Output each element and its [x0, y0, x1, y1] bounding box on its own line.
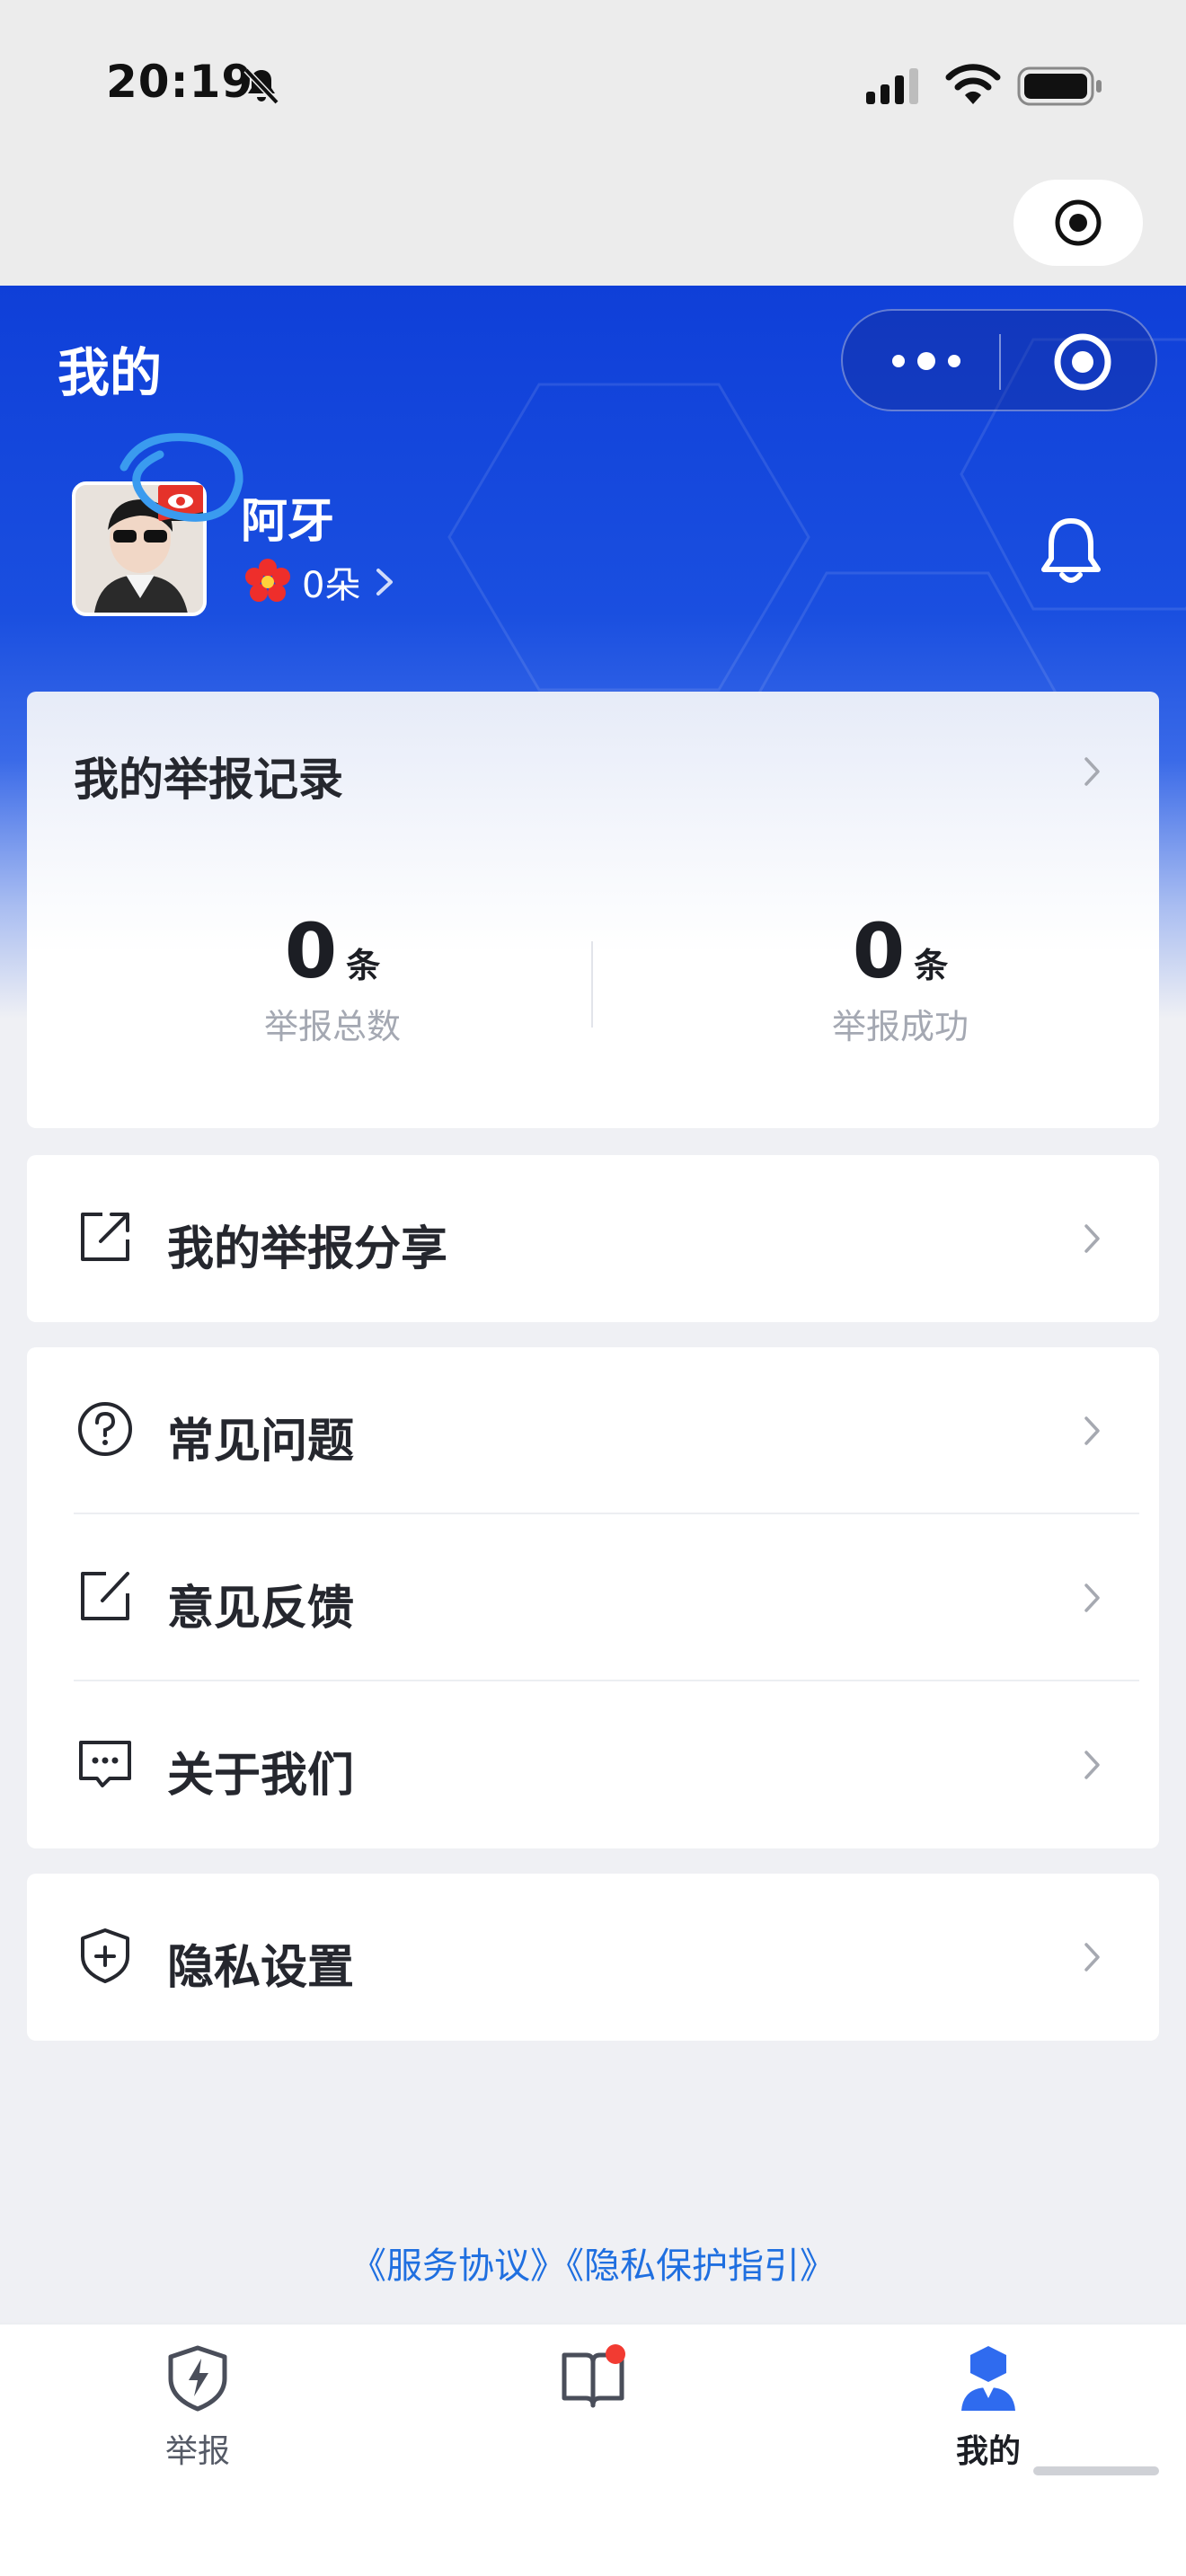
- target-icon: [1055, 199, 1102, 246]
- stat-divider: [591, 941, 593, 1028]
- more-options-icon[interactable]: [886, 343, 967, 379]
- chevron-right-icon: [1084, 1416, 1100, 1445]
- stat-success[interactable]: 0条 举报成功: [766, 907, 1035, 1048]
- user-icon: [961, 2346, 1015, 2411]
- chevron-right-icon: [1084, 1584, 1100, 1612]
- shield-lightning-icon: [168, 2345, 227, 2412]
- share-card: 我的举报分享: [27, 1155, 1159, 1322]
- mini-program-capsule: [841, 309, 1157, 411]
- chevron-right-icon: [1084, 1224, 1100, 1253]
- chevron-right-icon: [1084, 1943, 1100, 1972]
- status-time: 20:19: [106, 56, 254, 108]
- chevron-right-icon: [1084, 757, 1100, 786]
- page-title: 我的: [58, 342, 163, 403]
- menu-label-share: 我的举报分享: [167, 1222, 448, 1276]
- stat-success-label: 举报成功: [831, 1007, 969, 1046]
- shield-plus-icon: [81, 1928, 129, 1983]
- tab-mine[interactable]: 我的: [898, 2342, 1078, 2504]
- menu-item-about[interactable]: 关于我们: [27, 1681, 1159, 1848]
- cellular-signal-icon: [866, 68, 918, 104]
- edit-square-icon: [81, 1572, 129, 1620]
- tab-bar: 举报 我的: [0, 2323, 1186, 2576]
- menu-label-about: 关于我们: [167, 1749, 355, 1803]
- stat-total-unit: 条: [346, 946, 381, 985]
- username: 阿牙: [241, 495, 335, 549]
- stat-total[interactable]: 0条 举报总数: [198, 907, 467, 1048]
- stat-success-value: 0: [852, 907, 906, 995]
- flower-count-link[interactable]: 0朵: [243, 555, 396, 609]
- flower-icon: [245, 559, 290, 602]
- menu-label-faq: 常见问题: [167, 1415, 355, 1469]
- notification-dot: [606, 2344, 625, 2364]
- tab-label-mine: 我的: [955, 2433, 1021, 2470]
- tab-report[interactable]: 举报: [108, 2342, 288, 2504]
- record-button[interactable]: [1013, 180, 1143, 266]
- menu-item-faq[interactable]: 常见问题: [27, 1347, 1159, 1514]
- stat-success-unit: 条: [914, 946, 949, 985]
- stat-total-value: 0: [284, 907, 338, 995]
- message-icon: [79, 1741, 131, 1787]
- flower-count: 0朵: [302, 565, 361, 606]
- chevron-right-icon: [376, 569, 394, 595]
- question-circle-icon: [78, 1402, 132, 1456]
- notification-bell-icon[interactable]: [1039, 514, 1103, 586]
- capsule-divider: [999, 334, 1001, 390]
- wifi-icon: [945, 64, 1001, 104]
- menu-item-feedback[interactable]: 意见反馈: [27, 1514, 1159, 1681]
- report-records-card[interactable]: 我的举报记录 0条 举报总数 0条 举报成功: [27, 692, 1159, 1128]
- tab-label-report: 举报: [164, 2433, 230, 2470]
- menu-label-privacy: 隐私设置: [167, 1941, 355, 1995]
- stat-total-label: 举报总数: [263, 1007, 401, 1046]
- report-records-title: 我的举报记录: [74, 754, 343, 806]
- menu-label-feedback: 意见反馈: [167, 1582, 355, 1636]
- bell-off-icon: [243, 67, 279, 105]
- battery-icon: [1017, 66, 1102, 106]
- status-bar: 20:19: [0, 0, 1186, 286]
- privacy-card: 隐私设置: [27, 1874, 1159, 2041]
- annotation-circle: [119, 433, 243, 522]
- help-card: 常见问题 意见反馈 关于我们: [27, 1347, 1159, 1848]
- share-external-icon: [81, 1213, 129, 1261]
- menu-item-share[interactable]: 我的举报分享: [27, 1155, 1159, 1322]
- tab-guide[interactable]: [503, 2342, 1159, 2504]
- close-target-icon[interactable]: [1051, 331, 1114, 393]
- agreement-links[interactable]: 《服务协议》《隐私保护指引》: [0, 2236, 1186, 2289]
- menu-item-privacy[interactable]: 隐私设置: [27, 1874, 1159, 2041]
- chevron-right-icon: [1084, 1751, 1100, 1779]
